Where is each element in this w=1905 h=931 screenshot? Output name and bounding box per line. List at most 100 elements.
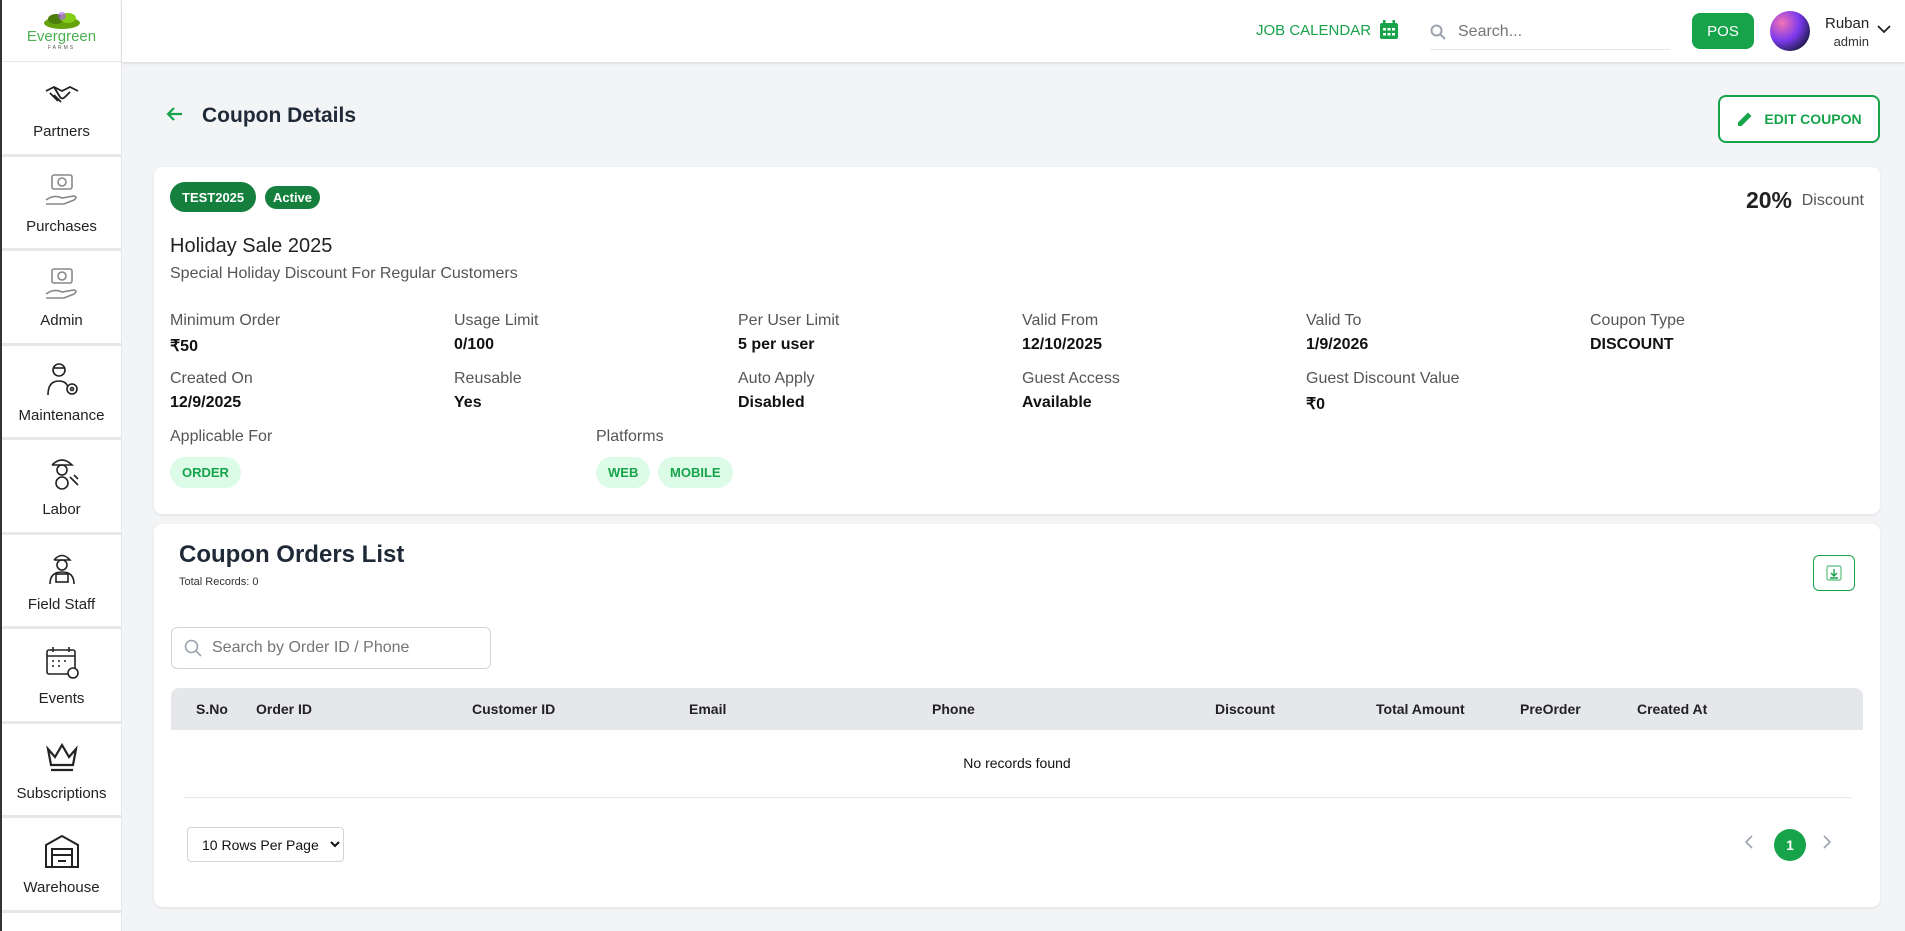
applicable-for: Applicable For [170,428,272,452]
field-staff-icon [48,554,75,584]
column-header[interactable]: PreOrder [1520,701,1581,717]
maintenance-icon [46,362,78,395]
divider [183,797,1851,798]
sidebar-item-warehouse[interactable]: Warehouse [2,818,121,913]
admin-icon [45,268,77,300]
page-button-current[interactable]: 1 [1774,829,1806,861]
coupon-orders-card: Coupon Orders List Total Records: 0 S.No… [154,524,1880,907]
orders-search[interactable] [171,627,491,669]
chevron-down-icon[interactable] [1877,24,1891,34]
column-header[interactable]: S.No [196,701,228,717]
field-label: Valid From [1022,312,1099,329]
field-guest-access: Guest Access Available [1022,370,1120,412]
total-records: Total Records: 0 [179,576,259,588]
field-label: Guest Discount Value [1306,370,1460,387]
column-header[interactable]: Created At [1637,701,1707,717]
discount-value: 20% [1745,187,1792,213]
field-value: Disabled [738,394,805,411]
sidebar-item-partners[interactable]: Partners [2,62,121,157]
user-name: Ruban [1825,15,1870,32]
field-label: Coupon Type [1590,312,1685,329]
job-calendar-link[interactable]: JOB CALENDAR [1256,20,1399,40]
status-badge: Active [265,186,321,209]
edit-coupon-button[interactable]: EDIT COUPON [1718,95,1880,143]
field-value: Yes [454,394,482,411]
platform-chip-mobile: MOBILE [658,457,733,488]
global-search[interactable] [1430,14,1670,50]
field-value: DISCOUNT [1590,336,1674,353]
field-created-on: Created On 12/9/2025 [170,370,253,412]
field-value: ₹0 [1306,396,1326,413]
edit-coupon-label: EDIT COUPON [1764,111,1862,127]
column-header[interactable]: Customer ID [472,701,555,717]
calendar-icon [45,647,79,680]
handshake-icon [45,86,78,103]
field-valid-to: Valid To 1/9/2026 [1306,312,1368,354]
search-input[interactable] [1458,22,1658,41]
empty-state-text: No records found [963,755,1071,771]
job-calendar-label: JOB CALENDAR [1256,21,1372,39]
brand-sub: FARMS [47,44,76,51]
field-value: 1/9/2026 [1306,336,1369,353]
field-label: Usage Limit [454,312,539,329]
field-label: Minimum Order [170,312,281,329]
field-per-user-limit: Per User Limit 5 per user [738,312,839,354]
field-value: ₹50 [170,338,198,355]
sidebar-item-label: Labor [42,501,81,519]
field-label: Applicable For [170,428,273,445]
sidebar-item-admin[interactable]: Admin [2,251,121,346]
platforms: Platforms [596,428,664,452]
sidebar-item-subscriptions[interactable]: Subscriptions [2,724,121,818]
sidebar-item-label: Events [38,690,85,708]
download-button[interactable] [1813,555,1855,591]
sidebar-item-label: Field Staff [27,595,96,613]
column-header[interactable]: Email [689,701,726,717]
field-label: Guest Access [1022,370,1120,387]
column-header[interactable]: Total Amount [1376,701,1465,717]
column-header[interactable]: Order ID [256,701,312,717]
download-icon [1826,565,1842,581]
sidebar: Evergreen FARMS Partners Purchases Admin… [0,0,122,931]
chevron-left-icon[interactable] [1744,834,1754,850]
labor-icon [50,459,79,491]
field-minimum-order: Minimum Order ₹50 [170,312,280,356]
coupon-code-badge: TEST2025 [170,182,257,212]
field-label: Auto Apply [738,370,815,387]
field-valid-from: Valid From 12/10/2025 [1022,312,1102,354]
sidebar-item-field-staff[interactable]: Field Staff [2,535,121,629]
sidebar-item-label: Purchases [26,217,97,235]
sidebar-item-events[interactable]: Events [2,629,121,724]
field-label: Platforms [596,428,664,445]
column-header[interactable]: Phone [932,701,975,717]
crown-icon [45,742,78,771]
orders-title: Coupon Orders List [179,541,405,568]
pos-button[interactable]: POS [1692,13,1754,49]
sidebar-item-label: Maintenance [18,406,105,424]
search-icon [184,639,202,657]
sidebar-item-labor[interactable]: Labor [2,440,121,535]
sidebar-item-label: Admin [40,312,83,330]
coupon-details-card: TEST2025 Active 20% Discount Holiday Sal… [154,167,1880,514]
warehouse-icon [44,835,79,869]
field-guest-discount-value: Guest Discount Value ₹0 [1306,370,1460,414]
field-reusable: Reusable Yes [454,370,522,412]
back-arrow-icon[interactable] [165,104,185,124]
field-coupon-type: Coupon Type DISCOUNT [1590,312,1685,354]
field-value: 0/100 [454,336,495,353]
chevron-right-icon[interactable] [1822,834,1832,850]
orders-search-input[interactable] [212,639,482,657]
field-value: Available [1022,394,1092,411]
table-header: S.No Order ID Customer ID Email Phone Di… [171,688,1863,730]
avatar[interactable] [1770,11,1810,51]
sidebar-item-maintenance[interactable]: Maintenance [2,346,121,440]
column-header[interactable]: Discount [1215,701,1275,717]
field-label: Created On [170,370,253,387]
field-usage-limit: Usage Limit 0/100 [454,312,538,354]
brand-logo[interactable]: Evergreen FARMS [2,0,121,62]
sidebar-item-purchases[interactable]: Purchases [2,157,121,251]
field-label: Per User Limit [738,312,840,329]
discount-label: Discount [1801,192,1864,209]
field-label: Valid To [1306,312,1362,329]
rows-per-page-select[interactable]: 10 Rows Per Page 25 Rows Per Page 50 Row… [187,827,344,862]
leaf-logo-icon [43,11,80,29]
